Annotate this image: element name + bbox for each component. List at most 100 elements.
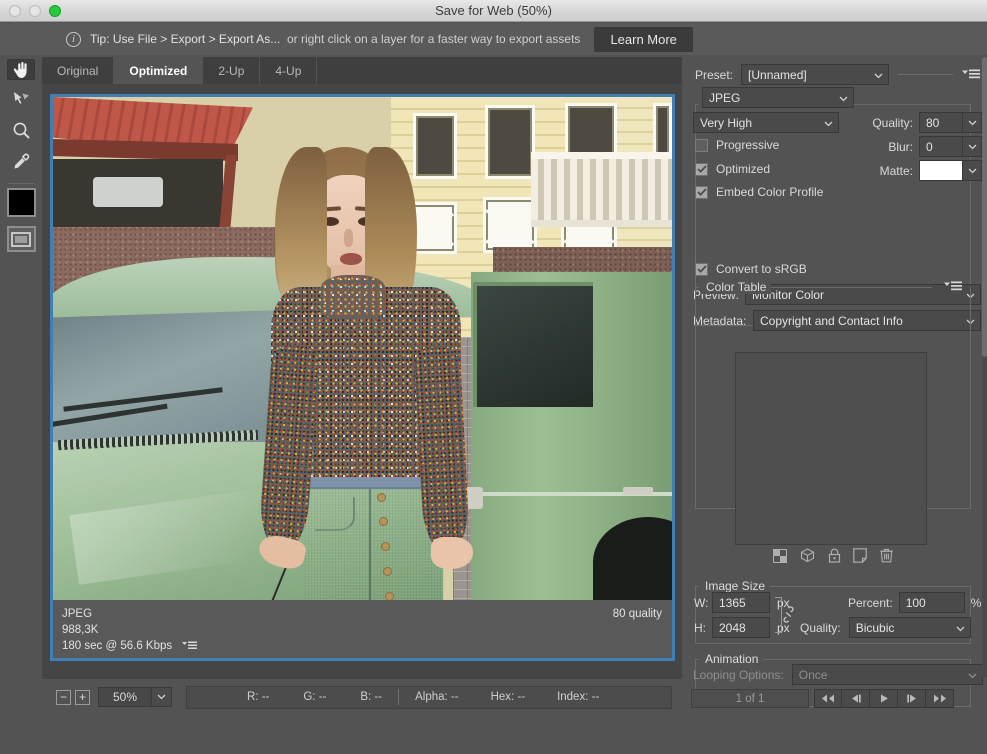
checkmark-icon: [696, 165, 707, 173]
close-window-button[interactable]: [9, 4, 21, 17]
previous-frame-button[interactable]: [842, 689, 870, 708]
progressive-label: Progressive: [716, 138, 780, 152]
tab-original[interactable]: Original: [42, 57, 115, 84]
readout-g: G: --: [303, 691, 327, 703]
jpeg-quality-input[interactable]: 80: [919, 112, 963, 133]
traffic-light-buttons: [0, 4, 61, 17]
preview-statusbar: − + 50% R: -- G: -- B: -- Alpha: -- Hex:…: [42, 681, 682, 713]
first-frame-button[interactable]: [814, 689, 842, 708]
height-input[interactable]: 2048: [712, 617, 770, 638]
chain-link-icon[interactable]: [783, 606, 794, 628]
checkmark-icon: [696, 188, 707, 196]
save-for-web-dialog: Save for Web (50%) i Tip: Use File > Exp…: [0, 0, 987, 754]
zoom-window-button[interactable]: [49, 4, 61, 17]
slice-visibility-toggle[interactable]: [6, 226, 36, 252]
optimized-checkbox[interactable]: [695, 162, 708, 176]
embed-color-profile-label: Embed Color Profile: [716, 185, 824, 199]
chevron-down-icon: [968, 120, 976, 125]
color-table-swatches[interactable]: [735, 352, 927, 545]
chevron-down-icon: [968, 144, 976, 149]
image-quality-note: 80 quality: [612, 608, 662, 620]
blur-label: Blur:: [888, 139, 913, 154]
readout-alpha: Alpha: --: [415, 691, 459, 703]
tip-text-secondary: or right click on a layer for a faster w…: [286, 32, 581, 46]
height-label: H:: [694, 620, 706, 635]
image-info-menu-icon[interactable]: [182, 640, 198, 656]
optimized-image-preview: [53, 97, 672, 600]
eyedropper-tool-button[interactable]: [7, 148, 35, 176]
looping-options-select[interactable]: Once: [791, 664, 983, 685]
preview-pane: Original Optimized 2-Up 4-Up JPEG 988,3K…: [42, 57, 682, 679]
zoom-level-dropdown[interactable]: [152, 687, 172, 707]
slice-select-icon: [12, 90, 31, 107]
slice-select-tool-button[interactable]: [7, 84, 35, 112]
tab-4up[interactable]: 4-Up: [260, 57, 318, 84]
eyedropper-icon: [12, 153, 30, 171]
compression-quality-value: Very High: [700, 115, 753, 130]
progressive-checkbox[interactable]: [695, 138, 708, 152]
chevron-down-icon: [956, 621, 965, 635]
resample-quality-select[interactable]: Bicubic: [848, 617, 971, 638]
settings-panel-scrollbar[interactable]: [982, 57, 987, 677]
transparency-icon[interactable]: [773, 548, 787, 568]
delete-color-icon[interactable]: [880, 548, 893, 568]
foreground-color-swatch[interactable]: [6, 188, 36, 217]
tip-banner: i Tip: Use File > Export > Export As... …: [0, 23, 987, 55]
previous-frame-icon: [851, 694, 861, 703]
tab-2up[interactable]: 2-Up: [203, 57, 261, 84]
hand-icon: [13, 61, 30, 79]
tool-divider: [8, 183, 34, 184]
image-canvas[interactable]: JPEG 988,3K 180 sec @ 56.6 Kbps 80 quali…: [50, 94, 675, 661]
preset-panel-menu-icon[interactable]: [962, 69, 980, 80]
learn-more-button[interactable]: Learn More: [594, 26, 693, 52]
zoom-out-button[interactable]: −: [56, 689, 71, 705]
color-table-toolbar: [735, 548, 927, 568]
minimize-window-button[interactable]: [29, 4, 41, 17]
window-title: Save for Web (50%): [435, 2, 552, 18]
new-color-icon[interactable]: [853, 548, 868, 568]
next-frame-button[interactable]: [898, 689, 926, 708]
width-input[interactable]: 1365: [712, 592, 770, 613]
jpeg-quality-label: Quality:: [872, 115, 913, 130]
frame-counter: 1 of 1: [691, 689, 809, 708]
chevron-down-icon: [968, 668, 977, 682]
image-format: JPEG: [62, 608, 93, 620]
embed-color-profile-checkbox[interactable]: [695, 185, 708, 199]
lock-icon[interactable]: [828, 548, 841, 568]
tab-optimized[interactable]: Optimized: [114, 57, 204, 84]
image-size-title: Image Size: [700, 579, 771, 593]
percent-unit: %: [970, 595, 982, 610]
resample-quality-value: Bicubic: [855, 620, 895, 635]
first-frame-icon: [822, 694, 834, 703]
blur-stepper[interactable]: [963, 136, 982, 157]
tool-strip: [0, 55, 42, 754]
zoom-in-button[interactable]: +: [75, 689, 90, 705]
play-button[interactable]: [870, 689, 898, 708]
matte-color-swatch[interactable]: [919, 160, 963, 181]
jpeg-quality-stepper[interactable]: [963, 112, 982, 133]
web-shift-icon[interactable]: [800, 548, 815, 568]
preset-select[interactable]: [Unnamed]: [741, 64, 890, 85]
scrollbar-thumb[interactable]: [982, 57, 987, 357]
animation-nav: [814, 689, 954, 708]
last-frame-button[interactable]: [926, 689, 954, 708]
zoom-tool-button[interactable]: [7, 116, 35, 144]
color-table-panel-menu-icon[interactable]: [944, 281, 962, 292]
aspect-ratio-bracket: [775, 597, 782, 633]
resample-quality-label: Quality:: [800, 620, 841, 635]
window-titlebar: Save for Web (50%): [0, 0, 987, 22]
percent-input[interactable]: 100: [898, 592, 965, 613]
info-icon: i: [66, 31, 81, 47]
chevron-down-icon: [874, 68, 883, 82]
file-format-select[interactable]: JPEG: [702, 87, 854, 108]
blur-input[interactable]: 0: [919, 136, 963, 157]
checkmark-icon: [696, 265, 707, 273]
convert-srgb-checkbox[interactable]: [695, 262, 708, 276]
preset-label: Preset:: [695, 67, 734, 82]
compression-quality-select[interactable]: Very High: [693, 112, 839, 133]
hand-tool-button[interactable]: [7, 59, 35, 80]
tabs-filler: [317, 57, 682, 84]
matte-dropdown[interactable]: [963, 160, 982, 181]
optimized-label: Optimized: [716, 162, 771, 176]
zoom-level-input[interactable]: 50%: [98, 687, 152, 707]
